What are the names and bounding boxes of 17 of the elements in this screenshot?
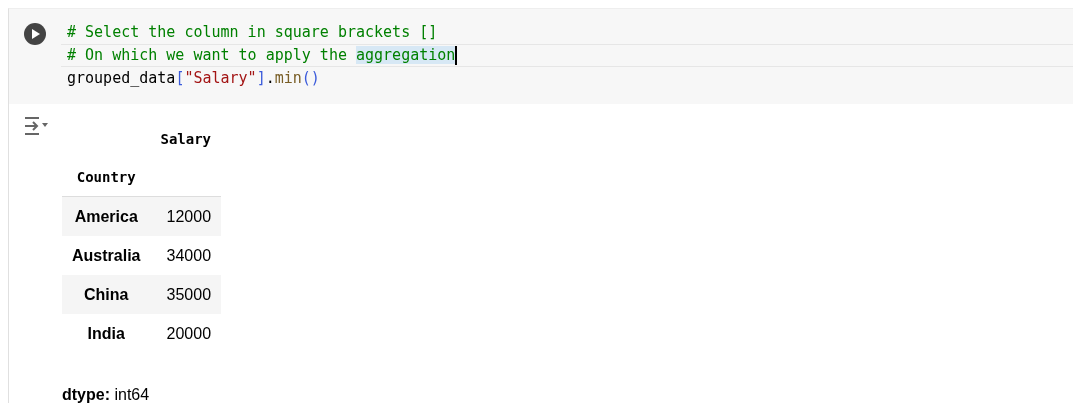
run-button[interactable] [23, 22, 47, 46]
table-cell: 34000 [150, 236, 222, 275]
row-label: India [62, 314, 151, 353]
code-line: # On which we want to apply the aggregation [61, 44, 1073, 67]
output-toggle-icon[interactable] [22, 116, 49, 136]
table-cell: 20000 [150, 314, 222, 353]
column-header: Salary [159, 130, 213, 149]
row-label: Australia [62, 236, 151, 275]
table-cell: 12000 [150, 196, 222, 236]
table-cell: 35000 [150, 275, 222, 314]
row-label: America [62, 196, 151, 236]
row-label: China [62, 275, 151, 314]
text-cursor [455, 46, 458, 65]
code-line: # Select the column in square brackets [] [66, 22, 439, 43]
index-header: Country [62, 158, 151, 197]
code-line: grouped_data["Salary"].min() [66, 68, 321, 89]
dtype-text: dtype: int64 [62, 386, 151, 403]
